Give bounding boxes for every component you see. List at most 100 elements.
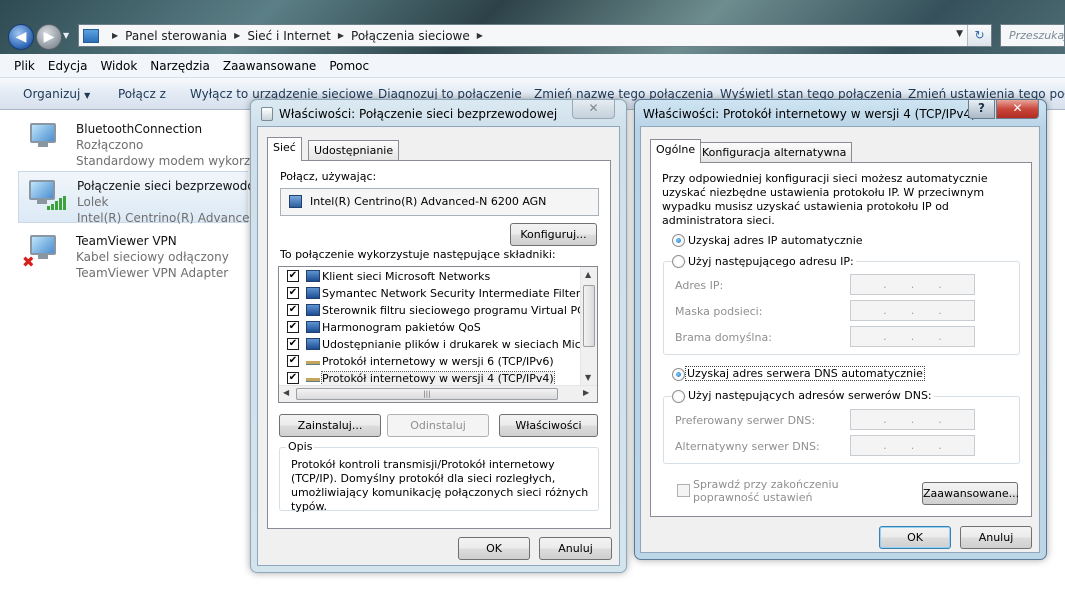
- vertical-scrollbar[interactable]: ▲ ▼: [580, 267, 597, 386]
- intro-text: Przy odpowiedniej konfiguracji sieci moż…: [662, 172, 988, 227]
- network-service-icon: [306, 338, 320, 350]
- list-item[interactable]: ✔ Protokół internetowy w wersji 6 (TCP/IP…: [279, 353, 579, 370]
- list-item[interactable]: ✔ Klient sieci Microsoft Networks: [279, 268, 579, 285]
- horizontal-scrollbar[interactable]: ◀ ||| ▶: [279, 385, 597, 402]
- checkbox[interactable]: ✔: [287, 287, 299, 299]
- chevron-right-icon[interactable]: ▶: [112, 31, 118, 40]
- checkbox[interactable]: ✔: [287, 321, 299, 333]
- breadcrumb-network-internet[interactable]: Sieć i Internet: [247, 29, 331, 43]
- connection-name: Połączenie sieci bezprzewodowej: [77, 179, 276, 193]
- component-label: Udostępnianie plików i drukarek w siecia…: [322, 338, 598, 351]
- description-text: Protokół kontroli transmisji/Protokół in…: [291, 458, 589, 513]
- search-input[interactable]: Przeszukaj: [1000, 24, 1065, 47]
- menu-tools[interactable]: Narzędzia: [150, 59, 210, 73]
- connection-device: TeamViewer VPN Adapter: [76, 266, 229, 280]
- ip-manual-label[interactable]: Użyj następującego adresu IP:: [686, 255, 856, 268]
- close-button[interactable]: ✕: [572, 100, 615, 119]
- list-item[interactable]: ✔ Sterownik filtru sieciowego programu Vi…: [279, 302, 585, 319]
- properties-button[interactable]: Właściwości: [499, 414, 598, 437]
- connection-item-teamviewer[interactable]: ✖ TeamViewer VPN Kabel sieciowy odłączon…: [20, 227, 250, 280]
- ip-auto-radio[interactable]: [672, 234, 685, 247]
- connection-item-bluetooth[interactable]: BluetoothConnection Rozłączono Standardo…: [20, 115, 276, 168]
- list-item[interactable]: ✔ Symantec Network Security Intermediate …: [279, 285, 597, 302]
- advanced-button[interactable]: Zaawansowane...: [922, 482, 1019, 505]
- tab-sharing[interactable]: Udostępnianie: [308, 140, 400, 161]
- back-button[interactable]: ◀: [8, 24, 34, 50]
- chevron-right-icon[interactable]: ▶: [234, 31, 240, 40]
- breadcrumb-network-connections[interactable]: Połączenia sieciowe: [351, 29, 470, 43]
- tab-general[interactable]: Ogólne: [650, 139, 702, 163]
- network-service-icon: [306, 304, 320, 316]
- checkbox[interactable]: ✔: [287, 355, 299, 367]
- components-label: To połączenie wykorzystuje następujące s…: [280, 248, 556, 261]
- list-item[interactable]: ✔ Harmonogram pakietów QoS: [279, 319, 579, 336]
- network-service-icon: [306, 287, 320, 299]
- chevron-right-icon[interactable]: ▶: [338, 31, 344, 40]
- scroll-thumb[interactable]: |||: [296, 388, 558, 400]
- address-dropdown-icon[interactable]: ▼: [956, 29, 963, 39]
- connect-using-label: Połącz, używając:: [280, 170, 377, 183]
- configure-button[interactable]: Konfiguruj...: [510, 223, 597, 246]
- dns-manual-radio[interactable]: [672, 390, 685, 403]
- connect-to-button[interactable]: Połącz z: [118, 87, 166, 101]
- connection-name: BluetoothConnection: [76, 122, 203, 136]
- component-label: Protokół internetowy w wersji 4 (TCP/IPv…: [321, 371, 555, 386]
- list-item[interactable]: ✔ Udostępnianie plików i drukarek w sieci…: [279, 336, 597, 353]
- checkbox[interactable]: ✔: [287, 372, 299, 384]
- tab-alternate-config[interactable]: Konfiguracja alternatywna: [696, 142, 853, 163]
- ok-button[interactable]: OK: [879, 526, 951, 549]
- connection-item-wireless[interactable]: Połączenie sieci bezprzewodowej Lolek In…: [18, 171, 275, 225]
- scroll-down-icon[interactable]: ▼: [585, 373, 591, 382]
- control-panel-icon: [83, 28, 99, 43]
- scroll-up-icon[interactable]: ▲: [585, 270, 591, 279]
- close-button[interactable]: ✕: [996, 100, 1039, 119]
- adapter-field: Intel(R) Centrino(R) Advanced-N 6200 AGN: [280, 188, 599, 216]
- component-label: Klient sieci Microsoft Networks: [322, 270, 491, 283]
- adapter-icon: [289, 195, 302, 208]
- components-list[interactable]: ✔ Klient sieci Microsoft Networks ✔ Symant…: [278, 266, 598, 403]
- dns-auto-label[interactable]: Uzyskaj adres serwera DNS automatycznie: [685, 366, 925, 381]
- breadcrumb-control-panel[interactable]: Panel sterowania: [125, 29, 227, 43]
- dns-manual-label[interactable]: Użyj następujących adresów serwerów DNS:: [686, 389, 934, 402]
- checkbox[interactable]: ✔: [287, 270, 299, 282]
- chevron-right-icon[interactable]: ▶: [477, 31, 483, 40]
- forward-button[interactable]: ▶: [36, 24, 62, 50]
- ok-button[interactable]: OK: [458, 537, 530, 560]
- scroll-left-icon[interactable]: ◀: [283, 388, 289, 397]
- menu-help[interactable]: Pomoc: [329, 59, 369, 73]
- menu-edit[interactable]: Edycja: [48, 59, 88, 73]
- subnet-mask-field: ...: [850, 300, 975, 321]
- ip-address-field: ...: [850, 274, 975, 295]
- address-bar[interactable]: ▶ Panel sterowania ▶ Sieć i Internet ▶ P…: [78, 24, 992, 47]
- ip-auto-label[interactable]: Uzyskaj adres IP automatycznie: [688, 234, 863, 247]
- preferred-dns-field: ...: [850, 409, 975, 430]
- checkbox[interactable]: ✔: [287, 304, 299, 316]
- menu-file[interactable]: Plik: [14, 59, 35, 73]
- organize-label: Organizuj: [23, 87, 81, 101]
- subnet-mask-label: Maska podsieci:: [675, 305, 763, 318]
- connection-device: Standardowy modem wykorzystu: [76, 154, 276, 168]
- scroll-thumb[interactable]: [583, 285, 595, 347]
- install-button[interactable]: Zainstaluj...: [279, 414, 381, 437]
- default-gateway-field: ...: [850, 326, 975, 347]
- alternate-dns-label: Alternatywny serwer DNS:: [675, 440, 820, 453]
- signal-strength-icon: [47, 196, 67, 210]
- organize-button[interactable]: Organizuj ▼: [23, 87, 90, 101]
- scroll-right-icon[interactable]: ▶: [583, 388, 589, 397]
- network-client-icon: [306, 270, 320, 282]
- dialog-title: Właściwości: Protokół internetowy w wers…: [643, 107, 976, 121]
- menu-view[interactable]: Widok: [100, 59, 137, 73]
- cancel-button[interactable]: Anuluj: [539, 537, 612, 560]
- network-dialog-icon: [261, 107, 273, 121]
- checkbox[interactable]: ✔: [287, 338, 299, 350]
- dns-auto-radio[interactable]: [672, 368, 685, 381]
- recent-pages-dropdown[interactable]: ▼: [63, 31, 69, 40]
- tab-network[interactable]: Sieć: [267, 137, 302, 161]
- menu-advanced[interactable]: Zaawansowane: [223, 59, 316, 73]
- refresh-icon[interactable]: ↻: [967, 25, 991, 46]
- ip-manual-radio[interactable]: [672, 255, 685, 268]
- help-button[interactable]: ?: [968, 100, 995, 119]
- cancel-button[interactable]: Anuluj: [960, 526, 1032, 549]
- default-gateway-label: Brama domyślna:: [675, 331, 772, 344]
- disconnected-x-icon: ✖: [22, 253, 35, 271]
